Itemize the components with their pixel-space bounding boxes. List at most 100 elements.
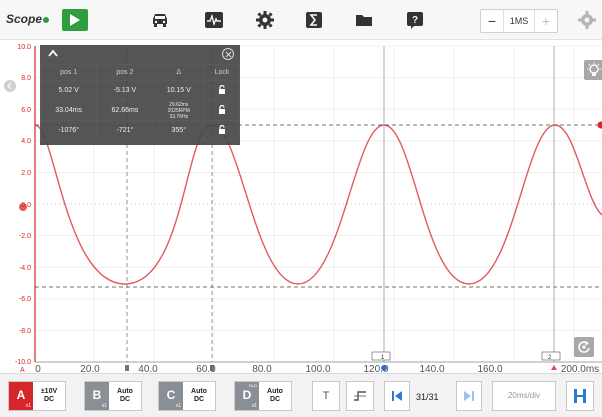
table-cell: 62.66ms xyxy=(96,100,154,121)
lock-toggle[interactable] xyxy=(204,120,240,141)
y-tick: 2.0 xyxy=(21,170,31,177)
channel-info: Auto DC xyxy=(259,382,291,410)
channel-d-settings[interactable]: D DLD x1 Auto DC xyxy=(234,381,292,411)
channel-scale: x1 xyxy=(101,403,107,409)
channel-letter: C xyxy=(166,388,176,402)
channel-a-trace xyxy=(34,124,602,285)
previous-frame-button[interactable] xyxy=(384,381,410,411)
channel-d-badge: D DLD x1 xyxy=(235,382,259,410)
x-tick: 80.0 xyxy=(252,364,272,373)
channel-b-badge: B x1 xyxy=(85,382,109,410)
column-header: Δ xyxy=(152,64,206,81)
measurement-panel-header xyxy=(40,45,240,64)
collapse-chevron-icon[interactable] xyxy=(48,49,58,57)
waveform-library-icon[interactable] xyxy=(204,10,224,30)
y-tick: -4.0 xyxy=(19,265,31,272)
app-title-text: Scope xyxy=(6,12,43,26)
channel-info: ±10V DC xyxy=(33,382,65,410)
channel-c-settings[interactable]: C x1 Auto DC xyxy=(158,381,216,411)
channel-a-settings[interactable]: A x1 ±10V DC xyxy=(8,381,66,411)
table-cell: 355° xyxy=(152,120,206,141)
play-icon xyxy=(70,14,80,26)
svg-text:?: ? xyxy=(412,15,418,26)
channel-scale: x1 xyxy=(175,403,181,409)
trigger-button[interactable]: T xyxy=(312,381,340,411)
channel-coupling: DC xyxy=(43,396,55,403)
bottom-toolbar: A x1 ±10V DC B x1 Auto DC C x1 Auto DC D… xyxy=(0,373,602,417)
channel-scale: x1 xyxy=(25,403,31,409)
table-row: 33.04ms 62.66ms 29.62ms 2025RPM 33.76Hz xyxy=(39,100,240,121)
folder-icon[interactable] xyxy=(354,10,374,30)
timebase-decrease-button[interactable]: − xyxy=(481,10,503,32)
timebase-increase-button[interactable]: + xyxy=(535,10,557,32)
x-tick: 160.0 xyxy=(477,364,502,373)
table-cell: 33.04ms xyxy=(39,100,98,121)
channel-coupling: DC xyxy=(119,396,131,403)
channel-range: ±10V xyxy=(40,388,58,395)
y-tick: -8.0 xyxy=(19,328,31,335)
app-title: Scope xyxy=(6,12,50,26)
column-header: pos 1 xyxy=(39,64,98,81)
table-cell: -721° xyxy=(96,120,154,141)
trigger-edge-button[interactable] xyxy=(346,381,374,411)
cursor-columns-icon xyxy=(574,389,586,403)
measurement-panel[interactable]: pos 1 pos 2 Δ Lock 5.02 V -5.13 V 10.15 … xyxy=(39,45,240,145)
cursor-handle-right-icon[interactable] xyxy=(597,121,602,129)
channel-c-badge: C x1 xyxy=(159,382,183,410)
table-cell: -5.13 V xyxy=(96,80,154,101)
settings-gear-icon[interactable] xyxy=(255,10,275,30)
channel-a-badge: A x1 xyxy=(9,382,33,410)
x-tick: 140.0 xyxy=(419,364,444,373)
channel-range: Auto xyxy=(267,388,283,395)
unlock-icon xyxy=(219,104,225,114)
cursor-mode-button[interactable] xyxy=(566,381,594,411)
close-icon[interactable] xyxy=(222,48,234,60)
lock-toggle[interactable] xyxy=(204,100,240,121)
lock-toggle[interactable] xyxy=(204,80,240,101)
vehicle-icon[interactable] xyxy=(150,10,170,30)
time-per-division-display[interactable]: 20ms/div xyxy=(492,381,556,411)
top-toolbar: Scope ? − 1MS + xyxy=(0,0,602,40)
table-cell: 5.02 V xyxy=(39,80,98,101)
y-tick: -2.0 xyxy=(19,233,31,240)
table-cell: -1076° xyxy=(39,120,98,141)
y-tick: 4.0 xyxy=(21,138,31,145)
connection-dot-icon xyxy=(43,17,50,23)
table-row: 5.02 V -5.13 V 10.15 V xyxy=(39,80,240,101)
channel-info: Auto DC xyxy=(183,382,215,410)
table-row: -1076° -721° 355° xyxy=(39,120,240,141)
trigger-marker-icon[interactable] xyxy=(551,365,557,370)
reset-view-button[interactable] xyxy=(574,337,594,357)
x-tick: 200.0ms xyxy=(561,364,599,373)
channel-coupling: DC xyxy=(193,396,205,403)
channel-coupling: DC xyxy=(269,396,281,403)
timebase-value: 1MS xyxy=(503,10,535,32)
table-cell: 29.62ms 2025RPM 33.76Hz xyxy=(152,100,206,121)
help-icon[interactable]: ? xyxy=(405,10,425,30)
reset-icon xyxy=(578,341,590,353)
channel-letter: B xyxy=(92,388,102,402)
y-tick: -6.0 xyxy=(19,296,31,303)
x-tick: 100.0 xyxy=(305,364,330,373)
x-tick: 0 xyxy=(35,364,41,373)
next-frame-button[interactable] xyxy=(456,381,482,411)
column-header: Lock xyxy=(204,64,240,81)
x-tick: 40.0 xyxy=(138,364,158,373)
skip-next-icon xyxy=(464,391,474,401)
channel-scale: x1 xyxy=(251,403,257,409)
left-panel-tab-icon[interactable] xyxy=(4,80,16,92)
channel-letter: D xyxy=(242,388,252,402)
channel-letter: A xyxy=(16,388,26,402)
x-tick: 60.0 xyxy=(196,364,216,373)
brightness-button[interactable] xyxy=(584,60,602,80)
x-tick: 20.0 xyxy=(80,364,100,373)
trigger-label: T xyxy=(322,390,330,402)
system-settings-icon[interactable] xyxy=(577,10,597,30)
math-sigma-icon[interactable] xyxy=(304,10,324,30)
measurement-table: pos 1 pos 2 Δ Lock 5.02 V -5.13 V 10.15 … xyxy=(39,64,240,141)
skip-previous-icon xyxy=(392,391,402,401)
channel-b-settings[interactable]: B x1 Auto DC xyxy=(84,381,142,411)
run-button[interactable] xyxy=(62,9,88,31)
timebase-stepper[interactable]: − 1MS + xyxy=(480,9,558,33)
cursor-v1-handle[interactable] xyxy=(125,365,129,371)
